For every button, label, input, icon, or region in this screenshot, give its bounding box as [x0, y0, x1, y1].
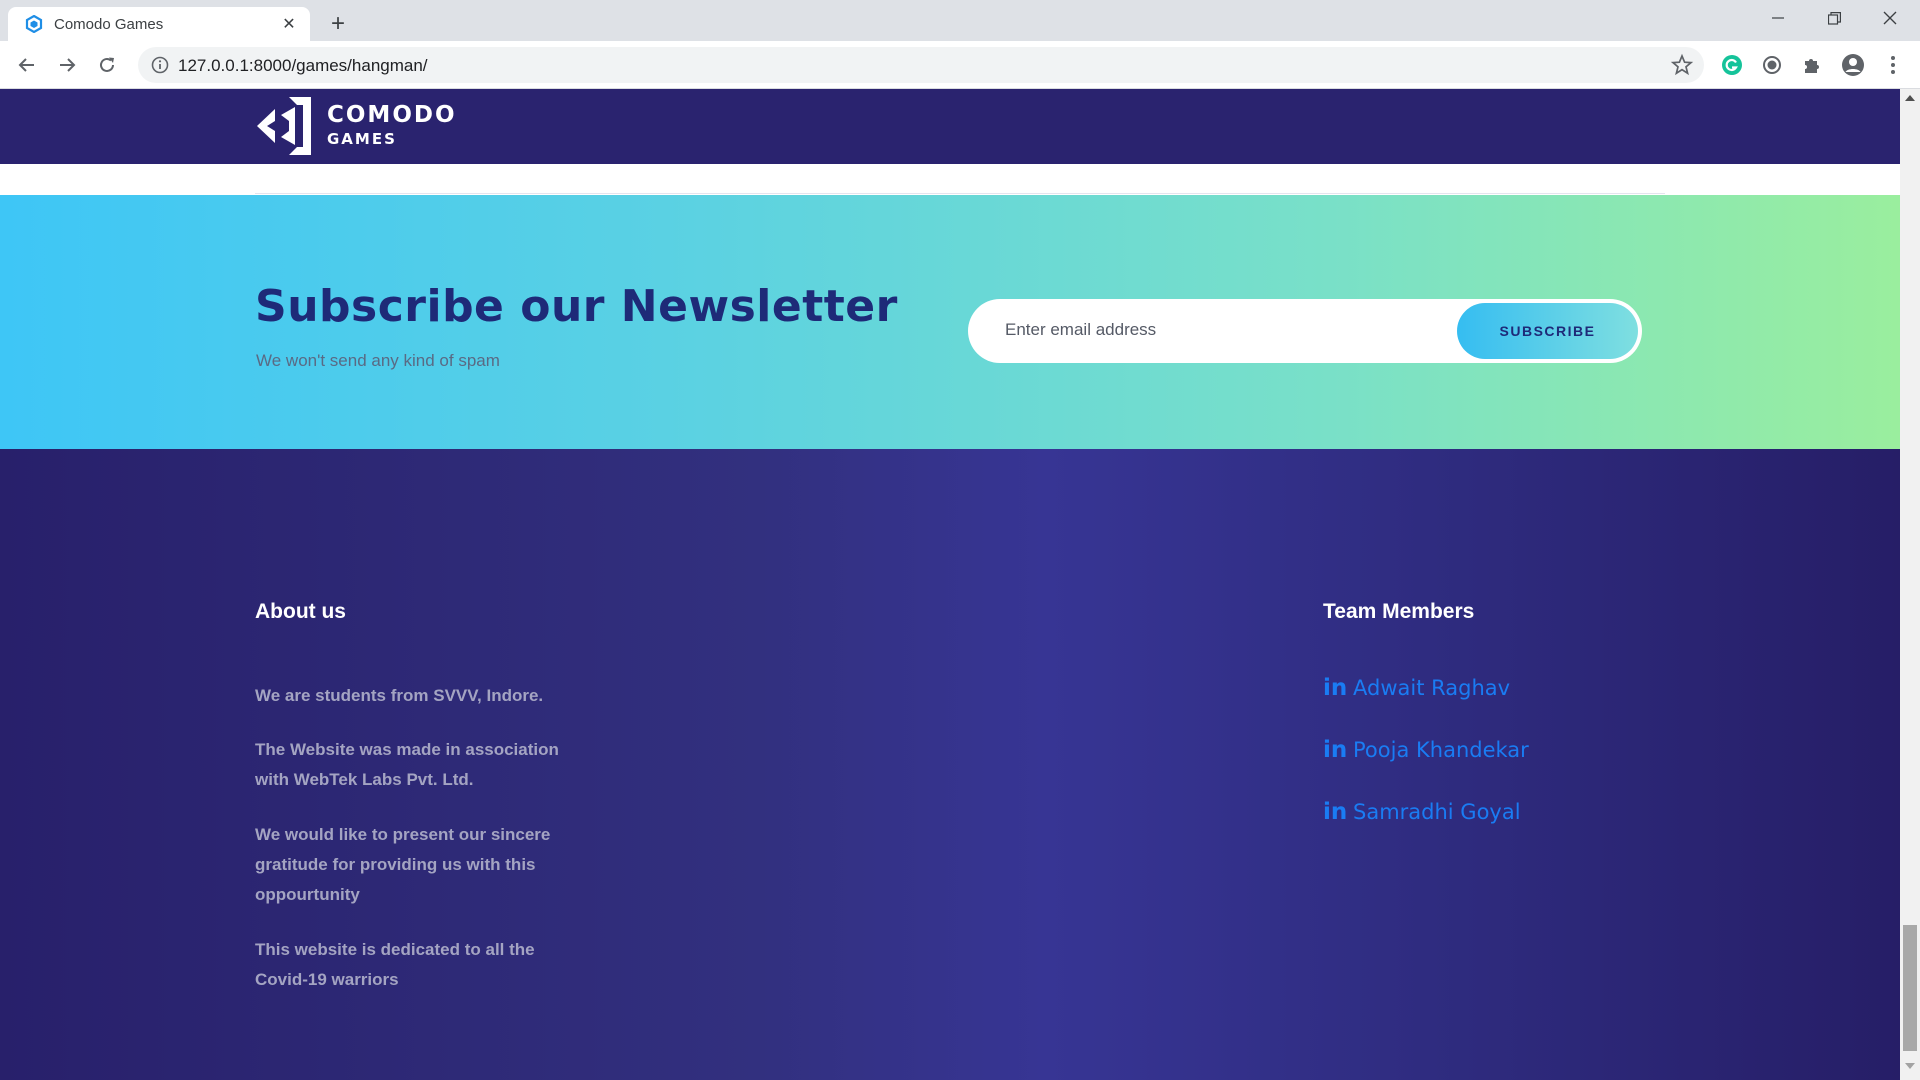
newsletter-title: Subscribe our Newsletter [255, 281, 898, 332]
browser-tab[interactable]: Comodo Games ✕ [8, 7, 310, 41]
address-bar[interactable]: 127.0.0.1:8000/games/hangman/ [138, 47, 1704, 83]
extension-circle-icon[interactable] [1758, 51, 1786, 79]
url-text[interactable]: 127.0.0.1:8000/games/hangman/ [178, 56, 428, 76]
minimize-icon[interactable] [1750, 0, 1806, 36]
scrollbar-thumb[interactable] [1903, 925, 1917, 1051]
section-spacer [0, 164, 1900, 195]
reload-icon[interactable] [89, 47, 125, 83]
about-paragraph: We would like to present our sincere gra… [255, 825, 551, 904]
about-paragraph: The Website was made in association with… [255, 740, 559, 789]
tab-title: Comodo Games [54, 15, 164, 33]
scroll-down-arrow-icon[interactable] [1905, 1063, 1915, 1069]
profile-avatar-icon[interactable] [1839, 51, 1867, 79]
back-arrow-icon[interactable] [9, 47, 45, 83]
bookmark-star-icon[interactable] [1670, 53, 1694, 77]
restore-icon[interactable] [1806, 0, 1862, 36]
about-paragraph: We are students from SVVV, Indore. [255, 686, 544, 705]
about-paragraph: This website is dedicated to all the Cov… [255, 940, 535, 989]
logo-wordmark: COMODO [327, 102, 457, 128]
scroll-up-arrow-icon[interactable] [1905, 95, 1915, 101]
logo-tagline: GAMES [327, 130, 397, 148]
page-scrollbar[interactable] [1900, 89, 1920, 1080]
close-window-icon[interactable] [1862, 0, 1918, 36]
site-logo[interactable]: COMODO GAMES [255, 95, 457, 157]
newsletter-subtitle: We won't send any kind of spam [256, 351, 500, 370]
newsletter-section: Subscribe our Newsletter We won't send a… [0, 195, 1900, 449]
email-input[interactable] [1005, 320, 1425, 340]
browser-menu-icon[interactable] [1879, 51, 1907, 79]
comodo-logo-icon [257, 97, 311, 155]
site-favicon-icon [24, 14, 44, 34]
subscribe-button[interactable]: SUBSCRIBE [1457, 303, 1638, 359]
site-footer: About us We are students from SVVV, Indo… [0, 449, 1900, 1080]
grammarly-extension-icon[interactable] [1718, 51, 1746, 79]
team-member-name[interactable]: Adwait Raghav [1353, 676, 1510, 700]
linkedin-icon: in [1323, 675, 1348, 701]
new-tab-icon[interactable]: + [322, 8, 354, 40]
team-member-link-pooja[interactable]: in Pooja Khandekar [1323, 737, 1529, 763]
linkedin-icon: in [1323, 737, 1348, 763]
team-member-name[interactable]: Pooja Khandekar [1353, 738, 1529, 762]
browser-toolbar: 127.0.0.1:8000/games/hangman/ [0, 41, 1920, 89]
forward-arrow-icon[interactable] [49, 47, 85, 83]
team-member-name[interactable]: Samradhi Goyal [1353, 800, 1521, 824]
linkedin-icon: in [1323, 799, 1348, 825]
team-member-link-adwait[interactable]: in Adwait Raghav [1323, 675, 1510, 701]
newsletter-form: SUBSCRIBE [968, 299, 1642, 363]
browser-tab-strip: Comodo Games ✕ + [0, 0, 1920, 41]
team-members-heading: Team Members [1323, 600, 1475, 623]
page-viewport: COMODO GAMES Subscribe our Newsletter We… [0, 89, 1900, 1080]
site-info-icon[interactable] [150, 55, 170, 75]
about-us-heading: About us [255, 600, 346, 623]
extensions-puzzle-icon[interactable] [1798, 51, 1826, 79]
divider [255, 193, 1665, 194]
site-header: COMODO GAMES [0, 89, 1900, 164]
team-member-link-samradhi[interactable]: in Samradhi Goyal [1323, 799, 1521, 825]
tab-close-icon[interactable]: ✕ [278, 13, 300, 35]
